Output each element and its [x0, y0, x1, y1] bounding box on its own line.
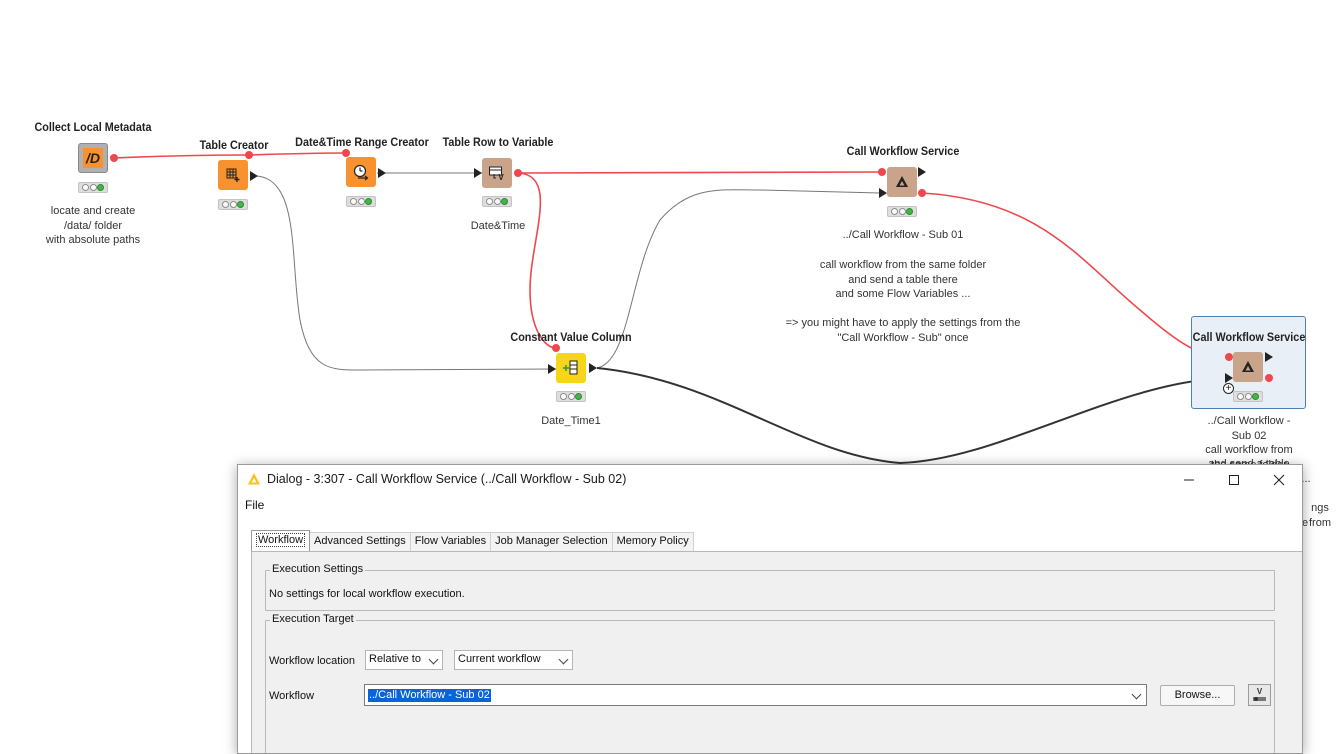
- data-output-port[interactable]: [589, 363, 597, 373]
- workflow-annotation[interactable]: call workflow from the same folder and s…: [786, 258, 1021, 345]
- flow-var-connection: [248, 152, 347, 156]
- row-to-variable-icon: V: [489, 166, 504, 181]
- node-title: Table Row to Variable: [442, 135, 554, 149]
- dialog-title: Dialog - 3:307 - Call Workflow Service (…: [267, 472, 627, 486]
- workflow-annotation[interactable]: ngs from: [1309, 501, 1331, 530]
- data-input-port[interactable]: [474, 168, 482, 178]
- flow-var-output-port[interactable]: [1265, 374, 1273, 382]
- node-label: Date_Time1: [541, 415, 601, 427]
- chevron-down-icon: [428, 654, 439, 665]
- flow-var-input-port[interactable]: [552, 344, 560, 352]
- metanode-d-icon: /D: [83, 148, 103, 168]
- group-title: Execution Settings: [270, 563, 366, 575]
- execution-settings-message: No settings for local workflow execution…: [269, 588, 465, 600]
- data-input-port[interactable]: [879, 188, 887, 198]
- execution-target-group: Execution Target Workflow location Relat…: [265, 613, 1275, 753]
- workflow-path-value: ../Call Workflow - Sub 02: [368, 689, 491, 702]
- datetime-range-creator-node[interactable]: [346, 157, 376, 187]
- maximize-icon: [1229, 475, 1239, 485]
- location-base-select[interactable]: Current workflow: [454, 650, 573, 670]
- data-connection: [596, 367, 1230, 465]
- data-output-port[interactable]: [378, 168, 386, 178]
- workflow-path-combo[interactable]: ../Call Workflow - Sub 02: [364, 684, 1147, 706]
- node-label: ../Call Workflow - Sub 02: [1207, 415, 1291, 442]
- tab-memory-policy[interactable]: Memory Policy: [612, 532, 694, 552]
- dialog-tabs: Workflow Advanced Settings Flow Variable…: [251, 530, 694, 553]
- chevron-down-icon: [1131, 689, 1142, 700]
- node-title: Call Workflow Service: [1192, 330, 1306, 344]
- node-label: locate and create /data/ folder with abs…: [45, 205, 141, 246]
- constant-value-column-node[interactable]: [556, 353, 586, 383]
- location-mode-select[interactable]: Relative to: [365, 650, 443, 670]
- collect-local-metadata-node[interactable]: /D: [78, 143, 108, 173]
- menu-bar: File: [238, 495, 1302, 515]
- flow-var-output-port[interactable]: [514, 169, 522, 177]
- tab-advanced-settings[interactable]: Advanced Settings: [310, 532, 411, 552]
- maximize-button[interactable]: [1211, 465, 1257, 495]
- dialog-titlebar[interactable]: Dialog - 3:307 - Call Workflow Service (…: [238, 465, 1302, 495]
- flow-var-connection: [517, 172, 557, 349]
- call-workflow-service-node[interactable]: [1233, 352, 1263, 382]
- svg-text:/D: /D: [85, 150, 100, 166]
- menu-file[interactable]: File: [245, 498, 264, 512]
- flow-var-connection: [517, 171, 883, 174]
- node-status-traffic-light: [887, 206, 917, 217]
- table-grid-icon: [226, 168, 240, 182]
- table-row-to-variable-node[interactable]: V: [482, 158, 512, 188]
- node-status-traffic-light: [1233, 391, 1263, 402]
- location-mode-value: Relative to: [369, 653, 421, 665]
- flow-variable-button[interactable]: V: [1248, 684, 1271, 706]
- node-status-traffic-light: [78, 182, 108, 193]
- column-add-icon: [563, 360, 578, 375]
- browse-button[interactable]: Browse...: [1160, 685, 1235, 706]
- node-status-traffic-light: [346, 196, 376, 207]
- group-title: Execution Target: [270, 613, 356, 625]
- tab-panel-workflow: Execution Settings No settings for local…: [251, 551, 1302, 753]
- tab-job-manager-selection[interactable]: Job Manager Selection: [491, 532, 613, 552]
- close-icon: [1273, 474, 1285, 486]
- minimize-button[interactable]: [1166, 465, 1212, 495]
- data-input-port[interactable]: [1225, 373, 1233, 383]
- workflow-service-icon: [1242, 361, 1254, 372]
- flow-variable-icon: V: [1253, 687, 1266, 701]
- data-output-port[interactable]: [918, 167, 926, 177]
- data-output-port[interactable]: [1265, 352, 1273, 362]
- node-title: Constant Value Column: [510, 330, 632, 344]
- node-title: Table Creator: [199, 138, 269, 152]
- flow-var-output-port[interactable]: [110, 154, 118, 162]
- knime-logo-icon: [248, 473, 260, 485]
- workflow-service-icon: [896, 176, 908, 187]
- chevron-down-icon: [558, 654, 569, 665]
- node-title: Collect Local Metadata: [34, 120, 152, 134]
- flow-var-input-port[interactable]: [245, 151, 253, 159]
- node-title: Date&Time Range Creator: [295, 135, 429, 149]
- node-status-traffic-light: [556, 391, 586, 402]
- node-label: Date&Time: [470, 220, 526, 232]
- close-button[interactable]: [1256, 465, 1302, 495]
- flow-var-input-port[interactable]: [342, 149, 350, 157]
- node-config-dialog[interactable]: Dialog - 3:307 - Call Workflow Service (…: [237, 464, 1303, 754]
- data-output-port[interactable]: [250, 171, 258, 181]
- node-title: Call Workflow Service: [846, 144, 960, 158]
- execution-settings-group: Execution Settings No settings for local…: [265, 563, 1275, 611]
- tab-workflow[interactable]: Workflow: [251, 530, 311, 553]
- flow-var-input-port[interactable]: [878, 168, 886, 176]
- svg-text:V: V: [498, 173, 504, 181]
- table-creator-node[interactable]: [218, 160, 248, 190]
- minimize-icon: [1184, 479, 1194, 481]
- node-status-traffic-light: [218, 199, 248, 210]
- flow-var-connection: [113, 154, 250, 159]
- data-input-port[interactable]: [548, 364, 556, 374]
- svg-text:V: V: [1257, 687, 1263, 696]
- clock-icon: [353, 164, 369, 181]
- node-status-traffic-light: [482, 196, 512, 207]
- workflow-label: Workflow: [269, 690, 315, 702]
- call-workflow-service-node[interactable]: [887, 167, 917, 197]
- flow-var-input-port[interactable]: [1225, 353, 1233, 361]
- workflow-location-label: Workflow location: [269, 655, 355, 667]
- tab-flow-variables[interactable]: Flow Variables: [410, 532, 492, 552]
- flow-var-output-port[interactable]: [918, 189, 926, 197]
- node-label: ../Call Workflow - Sub 01: [842, 229, 964, 241]
- location-base-value: Current workflow: [458, 653, 541, 665]
